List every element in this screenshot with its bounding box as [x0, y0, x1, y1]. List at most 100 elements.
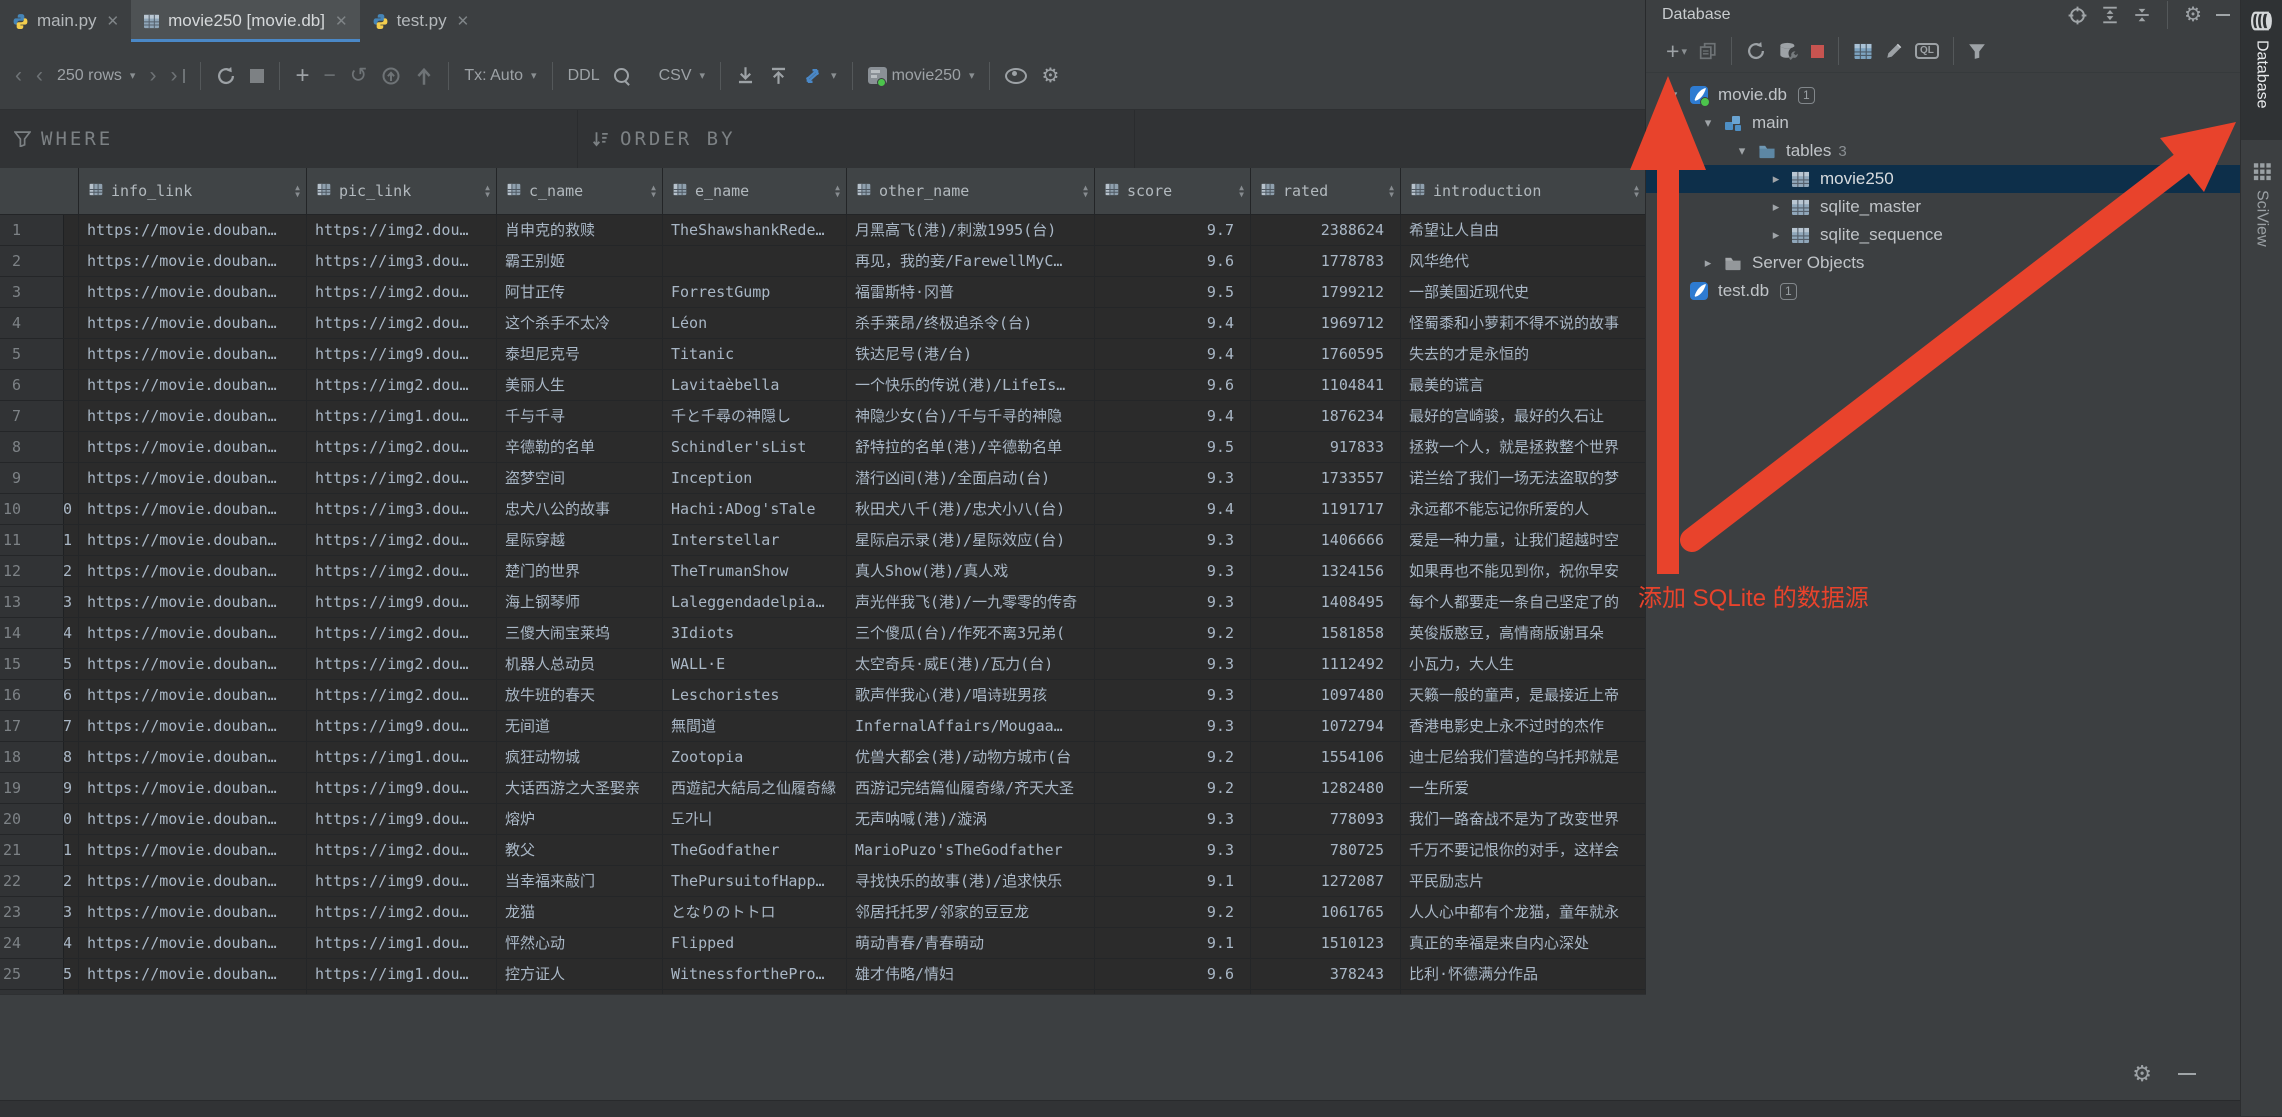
grid-cell-other_name[interactable]: 真人Show(港)/真人戏 — [847, 556, 1095, 586]
grid-cell-e_name[interactable]: Léon — [663, 308, 847, 338]
grid-cell-score[interactable]: 9.4 — [1095, 494, 1251, 524]
grid-cell-info_link[interactable]: https://movie.douban… — [79, 587, 307, 617]
column-header-info_link[interactable]: info_link▲▼ — [79, 168, 307, 214]
grid-cell-info_link[interactable]: https://movie.douban… — [79, 215, 307, 245]
column-header-introduction[interactable]: introduction▲▼ — [1401, 168, 1646, 214]
grid-cell-rated[interactable]: 1760595 — [1251, 339, 1401, 369]
row-number[interactable]: 9 — [0, 463, 64, 493]
row-number[interactable]: 3 — [0, 277, 64, 307]
new-datasource-button[interactable]: +▾ — [1660, 34, 1693, 68]
grid-cell-pic_link[interactable]: https://img2.dou… — [307, 556, 497, 586]
grid-cell-rated[interactable]: 1104841 — [1251, 370, 1401, 400]
grid-cell-info_link[interactable]: https://movie.douban… — [79, 370, 307, 400]
grid-cell-other_name[interactable]: InfernalAffairs/Mougaa… — [847, 711, 1095, 741]
grid-cell-pic_link[interactable]: https://img2.dou… — [307, 618, 497, 648]
grid-cell-e_name[interactable]: WitnessforthePro… — [663, 959, 847, 989]
grid-cell-introduction[interactable]: 人人心中都有个龙猫，童年就永 — [1401, 897, 1646, 927]
row-number[interactable]: 8 — [0, 432, 64, 462]
refresh-button[interactable] — [1740, 34, 1772, 68]
grid-cell-info_link[interactable]: https://movie.douban… — [79, 928, 307, 958]
filter-button[interactable] — [1962, 34, 1992, 68]
grid-cell-score[interactable]: 9.1 — [1095, 928, 1251, 958]
grid-cell-e_name[interactable]: Hachi:ADog'sTale — [663, 494, 847, 524]
grid-cell-other_name[interactable]: 舒特拉的名单(港)/辛德勒名单 — [847, 432, 1095, 462]
grid-cell-score[interactable]: 9.3 — [1095, 804, 1251, 834]
grid-cell-pic_link[interactable]: https://img9.dou… — [307, 339, 497, 369]
column-header-rated[interactable]: rated▲▼ — [1251, 168, 1401, 214]
delete-row-button[interactable]: − — [316, 56, 342, 96]
grid-cell-other_name[interactable]: 太空奇兵·威E(港)/瓦力(台) — [847, 649, 1095, 679]
grid-cell-e_name[interactable]: Inception — [663, 463, 847, 493]
grid-cell-c_name[interactable]: 星际穿越 — [497, 525, 663, 555]
transaction-mode-dropdown[interactable]: Tx: Auto▾ — [457, 56, 543, 96]
grid-cell-score[interactable]: 9.3 — [1095, 463, 1251, 493]
grid-cell-introduction[interactable]: 真正的幸福是来自内心深处 — [1401, 928, 1646, 958]
next-page-button[interactable]: › — [142, 56, 163, 96]
tree-item-main[interactable]: ▾main — [1646, 109, 2240, 137]
grid-cell-other_name[interactable]: 无声呐喊(港)/漩涡 — [847, 804, 1095, 834]
open-data-editor-button[interactable] — [1847, 34, 1879, 68]
clipped-id-cell[interactable]: 6 — [64, 370, 79, 400]
grid-cell-pic_link[interactable]: https://img9.dou… — [307, 587, 497, 617]
grid-cell-other_name[interactable]: 潜行凶间(港)/全面启动(台) — [847, 463, 1095, 493]
grid-cell-score[interactable]: 9.5 — [1095, 432, 1251, 462]
tab-movie250[interactable]: movie250 [movie.db] ✕ — [131, 0, 359, 42]
clipped-id-cell[interactable]: 8 — [64, 432, 79, 462]
grid-cell-e_name[interactable]: Interstellar — [663, 525, 847, 555]
grid-cell-rated[interactable]: 1778783 — [1251, 246, 1401, 276]
grid-cell-other_name[interactable]: 优兽大都会(港)/动物方城市(台 — [847, 742, 1095, 772]
grid-cell-c_name[interactable]: 忠犬八公的故事 — [497, 494, 663, 524]
grid-cell-score[interactable]: 9.3 — [1095, 525, 1251, 555]
grid-cell-c_name[interactable]: 怦然心动 — [497, 928, 663, 958]
row-number[interactable]: 25 — [0, 959, 64, 989]
row-number[interactable]: 22 — [0, 866, 64, 896]
column-header-score[interactable]: score▲▼ — [1095, 168, 1251, 214]
row-number[interactable]: 12 — [0, 556, 64, 586]
grid-cell-c_name[interactable]: 千与千寻 — [497, 401, 663, 431]
grid-cell-e_name[interactable]: 西遊記大結局之仙履奇緣 — [663, 773, 847, 803]
compare-button[interactable]: ▾ — [795, 56, 844, 96]
grid-cell-pic_link[interactable]: https://img2.dou… — [307, 370, 497, 400]
expand-all-button[interactable] — [2101, 6, 2119, 24]
close-icon[interactable]: ✕ — [457, 12, 470, 30]
grid-cell-e_name[interactable]: Flipped — [663, 928, 847, 958]
side-tab-sciview[interactable]: SciView — [2241, 152, 2282, 297]
grid-cell-score[interactable]: 9.2 — [1095, 618, 1251, 648]
grid-cell-e_name[interactable]: TheGodfather — [663, 835, 847, 865]
grid-cell-score[interactable]: 9.3 — [1095, 680, 1251, 710]
grid-cell-c_name[interactable]: 熔炉 — [497, 804, 663, 834]
grid-cell-introduction[interactable]: 香港电影史上永不过时的杰作 — [1401, 711, 1646, 741]
row-number[interactable]: 24 — [0, 928, 64, 958]
grid-cell-rated[interactable]: 2388624 — [1251, 215, 1401, 245]
grid-cell-e_name[interactable]: 無間道 — [663, 711, 847, 741]
grid-cell-score[interactable]: 9.4 — [1095, 401, 1251, 431]
grid-cell-rated[interactable]: 1969712 — [1251, 308, 1401, 338]
grid-cell-info_link[interactable]: https://movie.douban… — [79, 494, 307, 524]
grid-cell-rated[interactable]: 1408495 — [1251, 587, 1401, 617]
export-format-dropdown[interactable]: CSV▾ — [652, 56, 712, 96]
grid-cell-rated[interactable]: 1061765 — [1251, 897, 1401, 927]
grid-cell-rated[interactable]: 1799212 — [1251, 277, 1401, 307]
clipped-id-cell[interactable]: 23 — [64, 897, 79, 927]
grid-cell-info_link[interactable]: https://movie.douban… — [79, 835, 307, 865]
grid-cell-pic_link[interactable]: https://img1.dou… — [307, 928, 497, 958]
view-options-button[interactable] — [998, 56, 1034, 96]
grid-cell-introduction[interactable]: 每个人都要走一条自己坚定了的 — [1401, 587, 1646, 617]
grid-cell-e_name[interactable]: ThePursuitofHapp… — [663, 866, 847, 896]
clipped-id-cell[interactable]: 7 — [64, 401, 79, 431]
grid-cell-info_link[interactable]: https://movie.douban… — [79, 897, 307, 927]
grid-cell-other_name[interactable]: 雄才伟略/情妇 — [847, 959, 1095, 989]
grid-cell-introduction[interactable]: 迪士尼给我们营造的乌托邦就是 — [1401, 742, 1646, 772]
grid-cell-other_name[interactable]: 寻找快乐的故事(港)/追求快乐 — [847, 866, 1095, 896]
grid-cell-introduction[interactable]: 失去的才是永恒的 — [1401, 339, 1646, 369]
row-number[interactable]: 23 — [0, 897, 64, 927]
previous-page-button[interactable]: ‹ — [29, 56, 50, 96]
grid-cell-pic_link[interactable]: https://img2.dou… — [307, 215, 497, 245]
grid-cell-info_link[interactable]: https://movie.douban… — [79, 525, 307, 555]
tab-test-py[interactable]: test.py ✕ — [360, 0, 482, 42]
jump-to-console-button[interactable]: QL — [1909, 34, 1945, 68]
clipped-id-cell[interactable]: 11 — [64, 525, 79, 555]
grid-cell-introduction[interactable]: 平民励志片 — [1401, 866, 1646, 896]
duplicate-button[interactable] — [1693, 34, 1723, 68]
sort-arrows-icon[interactable]: ▲▼ — [485, 184, 490, 198]
